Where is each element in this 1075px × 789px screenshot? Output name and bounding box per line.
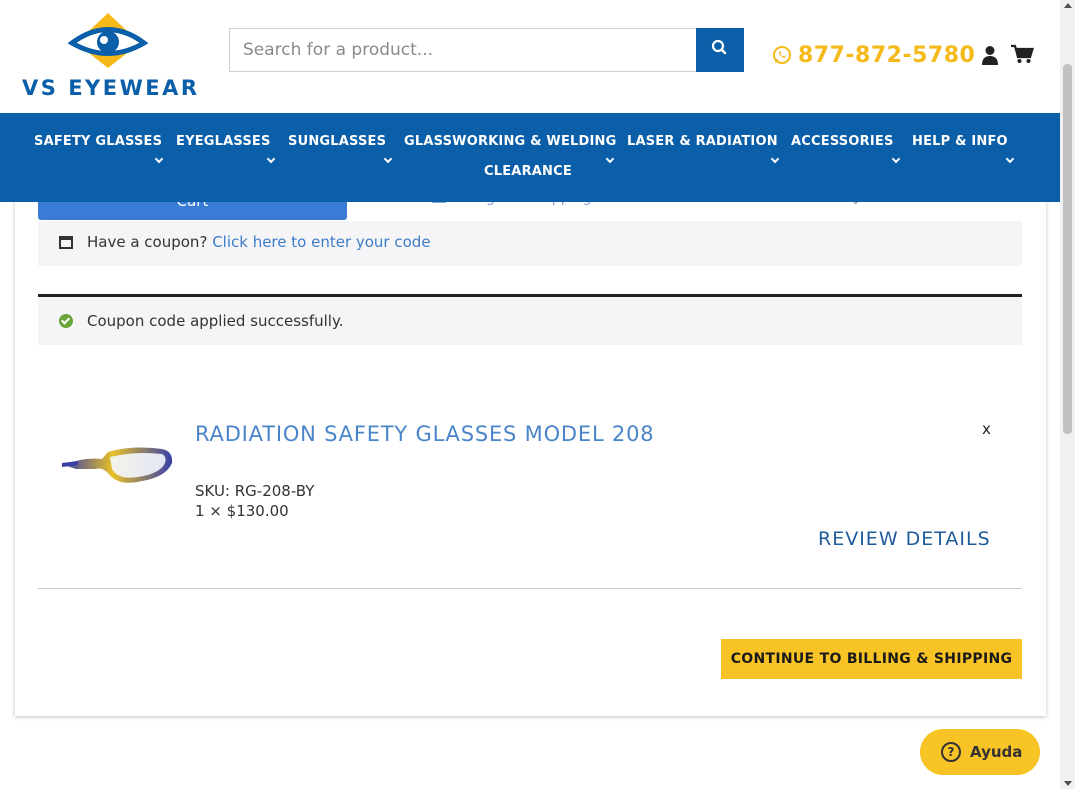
eye-logo-icon: [67, 13, 149, 68]
product-sku: SKU: RG-208-BY: [195, 482, 315, 500]
chevron-down-icon[interactable]: [605, 154, 615, 164]
review-details-link[interactable]: REVIEW DETAILS: [818, 528, 991, 550]
coupon-prompt: Have a coupon?: [87, 233, 208, 251]
account-icon[interactable]: [981, 45, 999, 69]
site-header: VS EYEWEAR 877-872-5780: [0, 0, 1060, 113]
remove-item-button[interactable]: x: [982, 420, 991, 438]
coupon-notice: Have a coupon? Click here to enter your …: [38, 221, 1022, 266]
scroll-down-icon[interactable]: [1064, 781, 1072, 786]
continue-button[interactable]: CONTINUE TO BILLING & SHIPPING: [721, 639, 1022, 679]
nav-accessories[interactable]: ACCESSORIES: [791, 134, 894, 149]
nav-eyeglasses[interactable]: EYEGLASSES: [176, 134, 271, 149]
whatsapp-icon: [772, 45, 792, 71]
chevron-down-icon[interactable]: [266, 154, 276, 164]
product-image[interactable]: [62, 443, 174, 493]
divider: [38, 588, 1022, 589]
search-button[interactable]: [696, 28, 744, 72]
search-field: [229, 28, 697, 72]
scroll-up-icon[interactable]: [1064, 3, 1072, 8]
search-icon: [711, 39, 727, 55]
success-notice: Coupon code applied successfully.: [38, 294, 1022, 345]
help-button[interactable]: ? Ayuda: [920, 729, 1040, 775]
chevron-down-icon[interactable]: [891, 154, 901, 164]
help-label: Ayuda: [970, 743, 1023, 761]
product-title[interactable]: RADIATION SAFETY GLASSES MODEL 208: [195, 422, 654, 446]
cart-icon[interactable]: [1010, 44, 1034, 68]
phone-number: 877-872-5780: [798, 43, 976, 68]
success-message: Coupon code applied successfully.: [87, 312, 344, 330]
chevron-down-icon[interactable]: [1005, 154, 1015, 164]
main-nav: SAFETY GLASSES EYEGLASSES SUNGLASSES GLA…: [0, 113, 1060, 202]
nav-laser-radiation[interactable]: LASER & RADIATION: [627, 134, 778, 149]
product-qty-price: 1 × $130.00: [195, 502, 289, 520]
check-circle-icon: [59, 314, 73, 328]
scroll-thumb[interactable]: [1063, 64, 1072, 434]
calendar-icon: [59, 236, 73, 249]
nav-sunglasses[interactable]: SUNGLASSES: [288, 134, 386, 149]
checkout-page: Cart Billing and Shipping Payment VS EYE…: [0, 0, 1075, 789]
site-logo[interactable]: VS EYEWEAR: [22, 10, 198, 100]
question-icon: ?: [941, 742, 961, 762]
chevron-down-icon[interactable]: [770, 154, 780, 164]
chevron-down-icon[interactable]: [383, 154, 393, 164]
phone-link[interactable]: 877-872-5780: [772, 43, 975, 71]
chevron-down-icon[interactable]: [154, 154, 164, 164]
nav-clearance[interactable]: CLEARANCE: [484, 164, 572, 179]
search-input[interactable]: [230, 29, 697, 71]
nav-help-info[interactable]: HELP & INFO: [912, 134, 1008, 149]
nav-safety-glasses[interactable]: SAFETY GLASSES: [34, 134, 162, 149]
logo-text: VS EYEWEAR: [22, 76, 200, 100]
coupon-link[interactable]: Click here to enter your code: [212, 233, 430, 251]
nav-glassworking-welding[interactable]: GLASSWORKING & WELDING: [404, 134, 617, 149]
page-scrollbar[interactable]: [1060, 0, 1075, 789]
